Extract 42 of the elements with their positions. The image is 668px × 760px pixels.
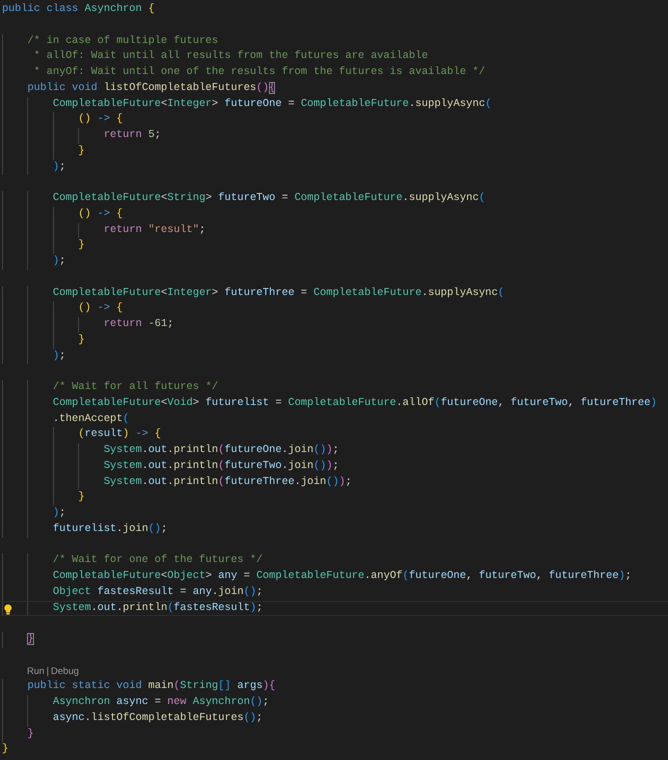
- codelens-link[interactable]: Run: [27, 664, 44, 680]
- code-line: /* in case of multiple futures: [27, 34, 218, 48]
- code-line: public class Asynchron {: [2, 2, 155, 17]
- code-line: );: [52, 506, 66, 521]
- code-line: CompletableFuture<Void> futurelist = CompletableFuture.allOf(futureOne, futureTwo, futureThree): [52, 396, 657, 411]
- code-line: System.out.println(fastesResult);: [52, 602, 263, 616]
- code-line: Object fastesResult = any.join();: [52, 584, 263, 600]
- code-line: futurelist.join();: [52, 522, 168, 537]
- code-line: return -61;: [104, 317, 174, 332]
- code-line: () -> {: [78, 301, 123, 316]
- code-line: CompletableFuture<Object> any = CompletableFuture.anyOf(futureOne, futureTwo, futureThree);: [52, 569, 632, 584]
- code-line: (result) -> {: [78, 427, 161, 442]
- code-line: System.out.println(futureOne.join());: [104, 443, 339, 458]
- code-line: System.out.println(futureThree.join());: [104, 474, 352, 490]
- code-line: * anyOf: Wait until one of the results from the futures is available */: [32, 65, 486, 80]
- code-line: public static void main(String[] args){: [27, 679, 276, 694]
- code-line: }: [78, 238, 85, 254]
- code-line: }: [27, 726, 34, 742]
- code-line: () -> {: [78, 112, 123, 128]
- separator: |: [45, 664, 50, 678]
- code-line: () -> {: [78, 206, 123, 222]
- code-line: }: [78, 490, 85, 506]
- code-line: CompletableFuture<Integer> futureOne = CompletableFuture.supplyAsync(: [52, 96, 492, 112]
- code-line: return 5;: [104, 128, 161, 143]
- code-line: CompletableFuture<String> futureTwo = CompletableFuture.supplyAsync(: [52, 191, 486, 206]
- code-line: }: [78, 144, 85, 159]
- code-line: return "result";: [104, 222, 206, 238]
- code-line: );: [52, 254, 66, 269]
- code-line: );: [52, 348, 66, 364]
- code-line: }: [78, 332, 85, 348]
- code-line: /* Wait for one of the futures */: [52, 553, 263, 568]
- code-line: CompletableFuture<Integer> futureThree = CompletableFuture.supplyAsync(: [52, 286, 504, 300]
- code-line: Asynchron async = new Asynchron();: [52, 695, 270, 710]
- code-line: * allOf: Wait until all results from the futures are available: [32, 49, 428, 64]
- code-line: /* Wait for all futures */: [52, 380, 218, 395]
- code-line: );: [52, 160, 66, 174]
- code-line: async.listOfCompletableFutures();: [52, 710, 263, 726]
- code-line: System.out.println(futureTwo.join());: [104, 458, 339, 474]
- code-line: .thenAccept(: [52, 412, 130, 426]
- codelens-link[interactable]: Debug: [50, 664, 79, 680]
- code-line: }: [2, 742, 8, 758]
- lightbulb-icon[interactable]: [4, 604, 12, 614]
